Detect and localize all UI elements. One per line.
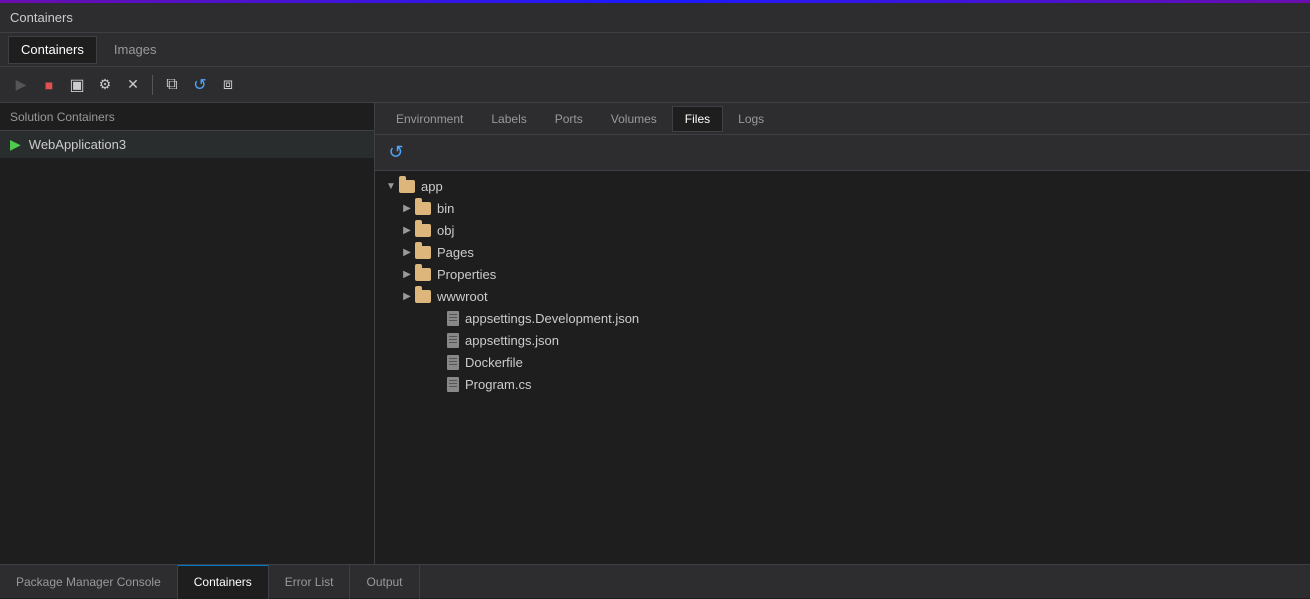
tab-ports[interactable]: Ports — [542, 106, 596, 132]
arrow-placeholder-4 — [431, 376, 447, 392]
container-name-webapp3: WebApplication3 — [29, 137, 126, 152]
tree-label-pages: Pages — [437, 245, 474, 260]
file-icon-appsettings-dev — [447, 311, 459, 326]
arrow-placeholder-2 — [431, 332, 447, 348]
files-refresh-button[interactable]: ↺ — [383, 140, 409, 166]
tree-item-programcs[interactable]: Program.cs — [375, 373, 1310, 395]
bottom-tab-output[interactable]: Output — [350, 565, 419, 599]
settings-button[interactable]: ⚙ — [92, 72, 118, 98]
tab-environment[interactable]: Environment — [383, 106, 476, 132]
tree-item-wwwroot[interactable]: ▶ wwwroot — [375, 285, 1310, 307]
arrow-obj: ▶ — [399, 222, 415, 238]
top-tab-bar: Containers Images — [0, 33, 1310, 67]
arrow-pages: ▶ — [399, 244, 415, 260]
tree-label-app: app — [421, 179, 443, 194]
tree-item-obj[interactable]: ▶ obj — [375, 219, 1310, 241]
right-toolbar: ↺ — [375, 135, 1310, 171]
bottom-tab-error-list[interactable]: Error List — [269, 565, 351, 599]
right-panel: Environment Labels Ports Volumes Files L… — [375, 103, 1310, 564]
workspace: Solution Containers ▶ WebApplication3 En… — [0, 103, 1310, 564]
arrow-placeholder-3 — [431, 354, 447, 370]
left-panel: Solution Containers ▶ WebApplication3 — [0, 103, 375, 564]
tree-item-pages[interactable]: ▶ Pages — [375, 241, 1310, 263]
tree-item-properties[interactable]: ▶ Properties — [375, 263, 1310, 285]
tab-logs[interactable]: Logs — [725, 106, 777, 132]
arrow-wwwroot: ▶ — [399, 288, 415, 304]
tree-item-appsettings[interactable]: appsettings.json — [375, 329, 1310, 351]
folder-icon-app — [399, 180, 415, 193]
refresh-button[interactable]: ↺ — [187, 72, 213, 98]
tree-item-appsettings-dev[interactable]: appsettings.Development.json — [375, 307, 1310, 329]
terminal-button[interactable]: ⧈ — [215, 72, 241, 98]
file-icon-dockerfile — [447, 355, 459, 370]
folder-icon-properties — [415, 268, 431, 281]
copy-button[interactable]: ⧉ — [159, 72, 185, 98]
bottom-tab-pkg-manager[interactable]: Package Manager Console — [0, 565, 178, 599]
remove-button[interactable]: ✕ — [120, 72, 146, 98]
stop-button[interactable]: ■ — [36, 72, 62, 98]
arrow-placeholder-1 — [431, 310, 447, 326]
tree-label-programcs: Program.cs — [465, 377, 531, 392]
arrow-bin: ▶ — [399, 200, 415, 216]
running-icon: ▶ — [10, 136, 21, 153]
arrow-app: ▼ — [383, 178, 399, 194]
container-list: ▶ WebApplication3 — [0, 131, 374, 564]
folder-icon-bin — [415, 202, 431, 215]
tab-images[interactable]: Images — [101, 36, 170, 64]
tree-label-properties: Properties — [437, 267, 496, 282]
tree-item-bin[interactable]: ▶ bin — [375, 197, 1310, 219]
tab-labels[interactable]: Labels — [478, 106, 539, 132]
tab-volumes[interactable]: Volumes — [598, 106, 670, 132]
panel-header: Solution Containers — [0, 103, 374, 131]
attach-button[interactable]: ▣ — [64, 72, 90, 98]
tab-containers[interactable]: Containers — [8, 36, 97, 64]
bottom-tabs: Package Manager Console Containers Error… — [0, 564, 1310, 598]
arrow-properties: ▶ — [399, 266, 415, 282]
tree-label-wwwroot: wwwroot — [437, 289, 488, 304]
folder-icon-wwwroot — [415, 290, 431, 303]
container-item-webapp3[interactable]: ▶ WebApplication3 — [0, 131, 374, 158]
title-bar: Containers — [0, 3, 1310, 33]
tree-label-dockerfile: Dockerfile — [465, 355, 523, 370]
solution-containers-label: Solution Containers — [10, 110, 115, 124]
main-content: Containers Images ▶ ■ ▣ ⚙ ✕ ⧉ ↺ ⧈ Soluti… — [0, 33, 1310, 564]
tree-label-bin: bin — [437, 201, 454, 216]
tree-label-appsettings-dev: appsettings.Development.json — [465, 311, 639, 326]
tab-files[interactable]: Files — [672, 106, 723, 132]
title-text: Containers — [10, 10, 73, 25]
file-icon-appsettings — [447, 333, 459, 348]
file-tree: ▼ app ▶ bin ▶ obj ▶ — [375, 171, 1310, 564]
bottom-tab-containers[interactable]: Containers — [178, 565, 269, 599]
play-button[interactable]: ▶ — [8, 72, 34, 98]
file-icon-programcs — [447, 377, 459, 392]
tree-label-obj: obj — [437, 223, 454, 238]
main-toolbar: ▶ ■ ▣ ⚙ ✕ ⧉ ↺ ⧈ — [0, 67, 1310, 103]
detail-tabs: Environment Labels Ports Volumes Files L… — [375, 103, 1310, 135]
tree-label-appsettings: appsettings.json — [465, 333, 559, 348]
toolbar-separator-1 — [152, 75, 153, 95]
folder-icon-obj — [415, 224, 431, 237]
tree-item-dockerfile[interactable]: Dockerfile — [375, 351, 1310, 373]
folder-icon-pages — [415, 246, 431, 259]
tree-item-app[interactable]: ▼ app — [375, 175, 1310, 197]
